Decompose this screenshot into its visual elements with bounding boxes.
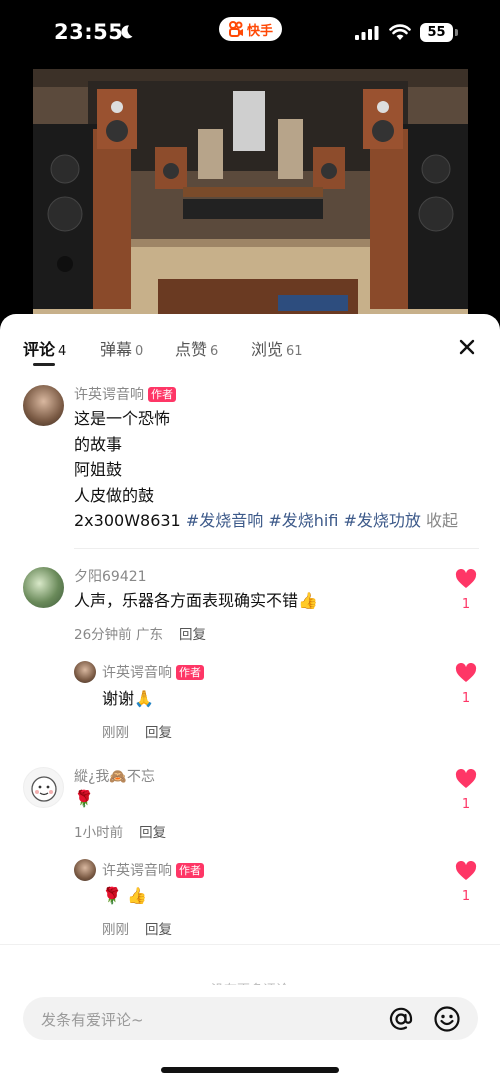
heart-icon (455, 768, 477, 788)
avatar[interactable] (74, 859, 96, 881)
active-tab-indicator (33, 363, 55, 366)
collapse-button[interactable]: 收起 (426, 511, 458, 530)
comment-username[interactable]: 许英谔音响 作者 (74, 384, 176, 404)
kuaishou-logo-icon (228, 21, 243, 37)
like-button[interactable]: 1 (452, 768, 480, 812)
author-badge: 作者 (148, 386, 176, 402)
comment-meta: 26分钟前 广东 回复 (74, 627, 206, 643)
comment-input[interactable]: 发条有爱评论~ (23, 997, 478, 1040)
reply-button[interactable]: 回复 (179, 627, 206, 643)
comment-input-bar: 发条有爱评论~ (0, 985, 500, 1083)
signal-icon (355, 26, 379, 40)
comment-username[interactable]: 许英谔音响 作者 (102, 860, 204, 880)
reply-button[interactable]: 回复 (139, 825, 166, 841)
comment-meta: 刚刚 回复 (102, 725, 172, 741)
comment-meta: 刚刚 回复 (102, 922, 172, 938)
like-count: 1 (461, 889, 471, 904)
comment-input-placeholder: 发条有爱评论~ (41, 1011, 144, 1029)
emoji-icon[interactable] (433, 1005, 461, 1033)
moon-icon (121, 25, 133, 39)
avatar[interactable] (23, 767, 64, 808)
divider (0, 944, 500, 945)
tab-views[interactable]: 浏览 61 (251, 336, 303, 360)
battery-indicator: 55 (420, 23, 458, 42)
comment-text: 🌹 (74, 789, 94, 808)
comment-text: 谢谢🙏 (102, 689, 154, 708)
app-indicator[interactable]: 快手 (219, 17, 282, 41)
avatar[interactable] (74, 661, 96, 683)
comment-username[interactable]: 縱¿我🙈不忘 (74, 766, 155, 786)
reply-button[interactable]: 回复 (145, 922, 172, 938)
tab-likes[interactable]: 点赞 6 (175, 336, 218, 360)
status-bar: 23:55 快手 55 (0, 0, 500, 64)
avatar[interactable] (23, 567, 64, 608)
comment-text: 🌹 👍 (102, 886, 147, 905)
heart-icon (455, 662, 477, 682)
author-badge: 作者 (176, 664, 204, 680)
hashtag-link[interactable]: #发烧音响 (186, 511, 263, 530)
app-name: 快手 (246, 23, 273, 39)
status-time: 23:55 (54, 20, 124, 44)
like-count: 1 (461, 797, 471, 812)
home-indicator (161, 1067, 339, 1073)
like-button[interactable]: 1 (452, 860, 480, 904)
comment-username[interactable]: 夕阳69421 (74, 566, 147, 586)
comment-sheet: 评论 4 弹幕 0 点赞 6 浏览 61 许英谔音响 作者 这是一个恐怖 的故事 阿姐鼓… (0, 314, 500, 1083)
heart-icon (455, 860, 477, 880)
hifi-room-photo (33, 69, 468, 319)
close-icon[interactable] (456, 336, 478, 358)
avatar[interactable] (23, 385, 64, 426)
like-button[interactable]: 1 (452, 662, 480, 706)
heart-icon (455, 568, 477, 588)
comment-username[interactable]: 许英谔音响 作者 (102, 662, 204, 682)
comment-text: 人声，乐器各方面表现确实不错👍 (74, 591, 318, 610)
like-count: 1 (461, 691, 471, 706)
like-button[interactable]: 1 (452, 568, 480, 612)
tab-danmaku[interactable]: 弹幕 0 (100, 336, 143, 360)
video-preview[interactable] (33, 69, 468, 319)
battery-level: 55 (420, 23, 453, 42)
divider (74, 548, 479, 549)
hashtag-link[interactable]: #发烧功放 (344, 511, 421, 530)
comment-meta: 1小时前 回复 (74, 825, 167, 841)
comment-text: 这是一个恐怖 的故事 阿姐鼓 人皮做的鼓 2x300W8631 #发烧音响 #发… (74, 409, 459, 530)
like-count: 1 (461, 597, 471, 612)
hashtag-link[interactable]: #发烧hifi (268, 511, 338, 530)
comment-tabs: 评论 4 弹幕 0 点赞 6 浏览 61 (0, 314, 500, 374)
at-icon[interactable] (387, 1005, 415, 1033)
wifi-icon (389, 24, 411, 40)
tab-comments[interactable]: 评论 4 (23, 336, 66, 360)
reply-button[interactable]: 回复 (145, 725, 172, 741)
cartoon-avatar-icon (31, 776, 57, 802)
author-badge: 作者 (176, 862, 204, 878)
